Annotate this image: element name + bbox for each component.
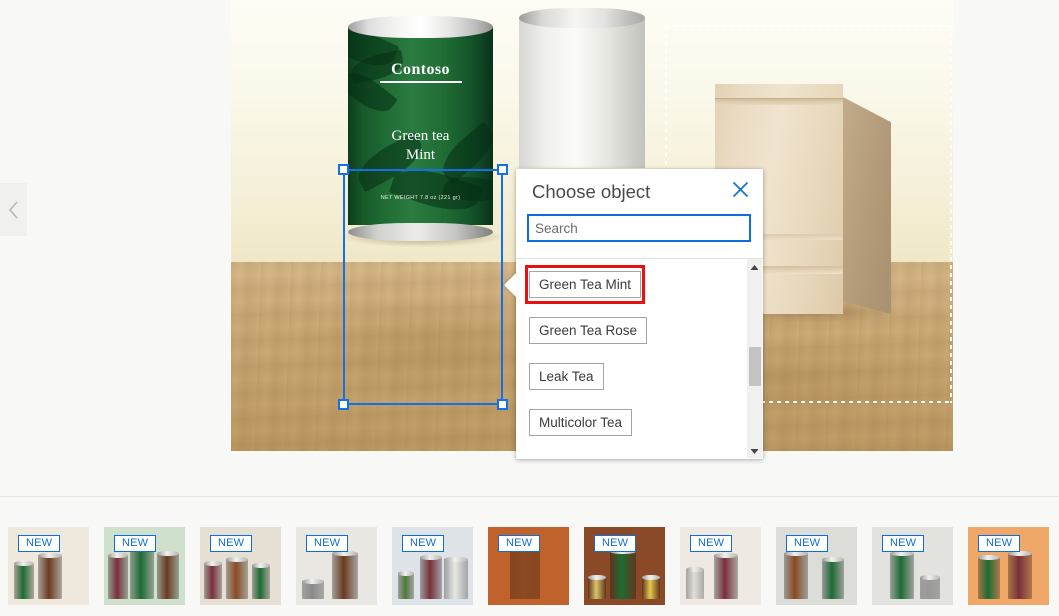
thumbnail-can	[398, 573, 414, 599]
new-badge: NEW	[18, 535, 60, 552]
thumbnail-can	[978, 557, 1000, 599]
thumbnail-can	[642, 577, 660, 599]
new-badge: NEW	[882, 535, 924, 552]
filmstrip-thumbnail[interactable]: NEW	[392, 527, 473, 605]
object-selection-box[interactable]	[343, 169, 503, 405]
options-scrollbar[interactable]	[747, 259, 762, 458]
filmstrip-divider	[0, 496, 1059, 497]
filmstrip-thumbnail[interactable]: NEW	[680, 527, 761, 605]
thumbnail-can	[226, 559, 248, 599]
thumbnail-can	[302, 581, 324, 599]
scrollbar-thumb[interactable]	[749, 347, 761, 386]
thumbnail-can	[38, 555, 62, 599]
object-option-green-tea-rose[interactable]: Green Tea Rose	[529, 317, 647, 344]
thumbnail-can	[108, 555, 128, 599]
selection-handle-top-right[interactable]	[497, 164, 508, 175]
thumbnail-can	[784, 553, 808, 599]
new-badge: NEW	[114, 535, 156, 552]
thumbnail-can	[890, 553, 914, 599]
close-icon	[732, 181, 749, 203]
thumbnail-can	[1008, 553, 1032, 599]
can-flavor-text: Green tea Mint	[348, 127, 493, 165]
thumbnail-can	[252, 565, 270, 599]
can-flavor-line1: Green tea	[392, 128, 450, 144]
thumbnail-can	[130, 549, 154, 599]
thumbnail-can	[610, 551, 636, 599]
scrollbar-up-button[interactable]	[747, 259, 762, 274]
new-badge: NEW	[402, 535, 444, 552]
filmstrip-thumbnail[interactable]: NEW	[200, 527, 281, 605]
caret-down-icon	[750, 442, 759, 460]
new-badge: NEW	[786, 535, 828, 552]
new-badge: NEW	[594, 535, 636, 552]
new-badge: NEW	[210, 535, 252, 552]
thumbnail-can	[420, 557, 442, 599]
thumbnail-can	[14, 563, 34, 599]
thumbnail-can	[686, 569, 704, 599]
dialog-close-button[interactable]	[725, 179, 755, 205]
new-badge: NEW	[498, 535, 540, 552]
filmstrip-thumbnail[interactable]: NEW	[872, 527, 953, 605]
filmstrip-thumbnail[interactable]: NEW	[968, 527, 1049, 605]
dialog-title: Choose object	[532, 181, 650, 203]
dialog-callout-pointer	[504, 272, 517, 298]
secondary-can	[519, 8, 645, 168]
thumbnail-can	[714, 555, 738, 599]
thumbnail-can	[157, 553, 179, 599]
can-brand-text: Contoso	[348, 61, 493, 79]
previous-image-button[interactable]	[0, 183, 27, 236]
new-badge: NEW	[306, 535, 348, 552]
app-root: Contoso Green tea Mint NET WEIGHT 7.8 oz…	[0, 0, 1059, 616]
object-option-leak-tea[interactable]: Leak Tea	[529, 363, 604, 390]
filmstrip-thumbnail[interactable]: NEW	[296, 527, 377, 605]
selection-handle-bottom-left[interactable]	[338, 399, 349, 410]
thumbnail-can	[332, 553, 358, 599]
scrollbar-down-button[interactable]	[747, 443, 762, 458]
search-input[interactable]	[527, 214, 751, 242]
selection-handle-bottom-right[interactable]	[497, 399, 508, 410]
filmstrip-thumbnail[interactable]: NEW	[488, 527, 569, 605]
choose-object-dialog: Choose object Green Tea Mint Green Tea R…	[516, 169, 763, 459]
thumbnail-can	[588, 577, 606, 599]
object-option-multicolor-tea[interactable]: Multicolor Tea	[529, 409, 632, 436]
new-badge: NEW	[978, 535, 1020, 552]
object-options-list[interactable]: Green Tea Mint Green Tea Rose Leak Tea M…	[516, 259, 763, 459]
image-filmstrip[interactable]: NEW NEW NEW NEW NEW NEW NEW NEW NEW NEW NEW	[0, 527, 1059, 616]
thumbnail-can	[204, 563, 222, 599]
object-option-green-tea-mint[interactable]: Green Tea Mint	[529, 271, 641, 298]
caret-up-icon	[750, 258, 759, 276]
filmstrip-thumbnail[interactable]: NEW	[8, 527, 89, 605]
filmstrip-thumbnail[interactable]: NEW	[104, 527, 185, 605]
filmstrip-thumbnail[interactable]: NEW	[776, 527, 857, 605]
chevron-left-icon	[8, 201, 19, 219]
thumbnail-can	[822, 559, 844, 599]
can-flavor-line2: Mint	[406, 147, 435, 163]
selection-handle-top-left[interactable]	[338, 164, 349, 175]
new-badge: NEW	[690, 535, 732, 552]
thumbnail-can	[920, 577, 940, 599]
can-brand-underline	[380, 81, 462, 83]
thumbnail-can	[444, 559, 468, 599]
filmstrip-thumbnail[interactable]: NEW	[584, 527, 665, 605]
